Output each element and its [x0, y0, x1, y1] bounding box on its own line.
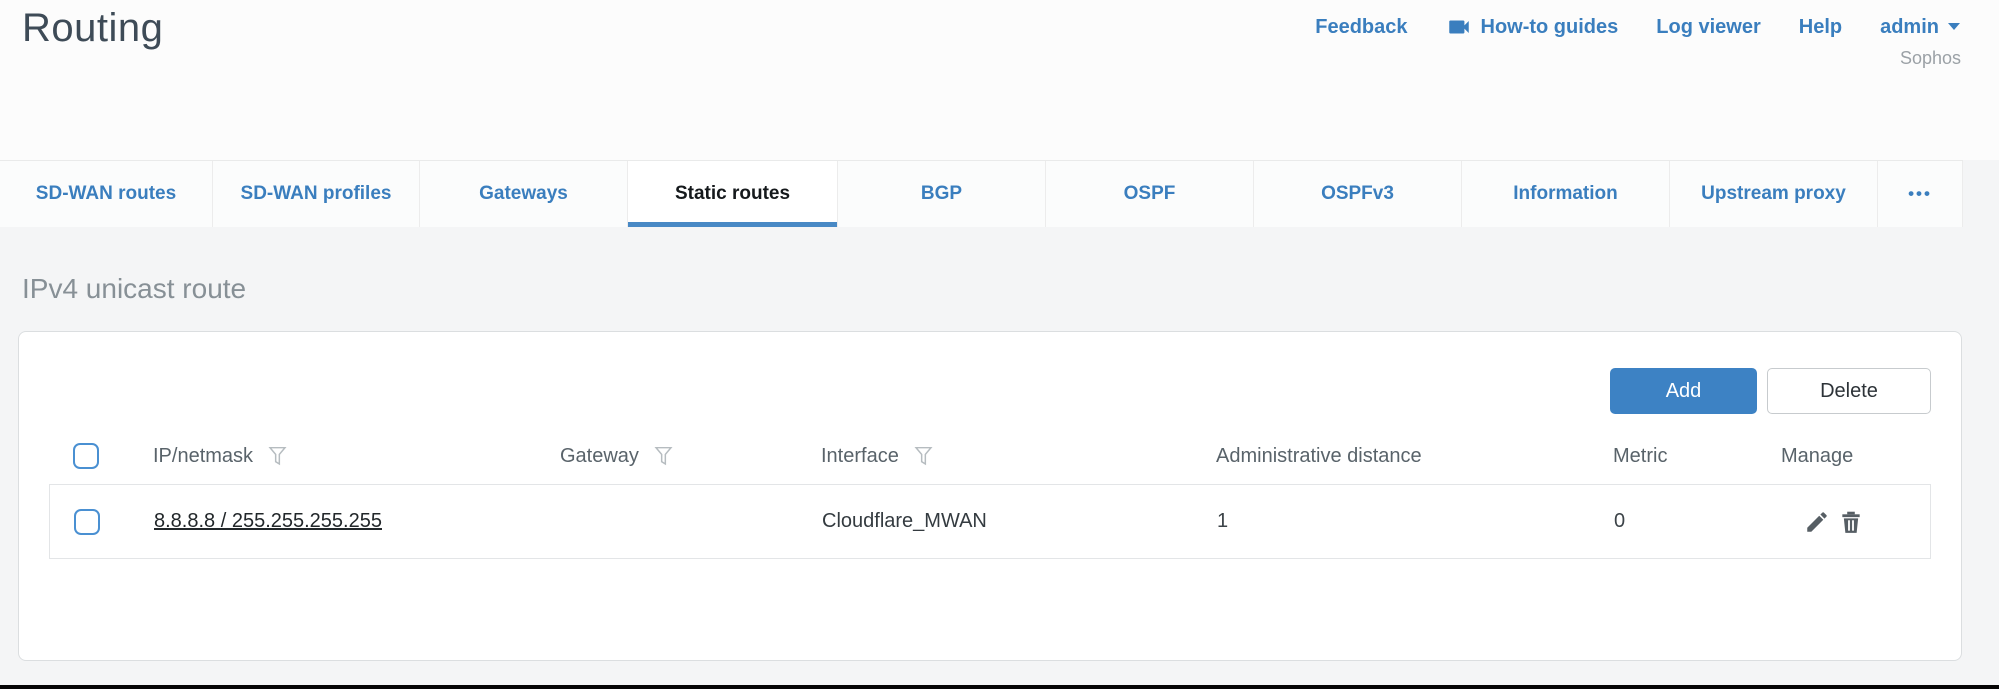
user-menu[interactable]: admin — [1880, 16, 1961, 39]
tab-sdwan-routes[interactable]: SD-WAN routes — [0, 161, 213, 227]
log-viewer-link[interactable]: Log viewer — [1656, 16, 1760, 39]
chevron-down-icon — [1947, 18, 1961, 36]
add-button[interactable]: Add — [1610, 368, 1757, 414]
column-manage: Manage — [1781, 445, 1853, 468]
tab-gateways[interactable]: Gateways — [420, 161, 628, 227]
content-area: IPv4 unicast route Add Delete IP/netmask — [0, 227, 1999, 661]
routing-page: Routing Feedback How-to guides Log viewe… — [0, 0, 1999, 689]
column-gateway: Gateway — [560, 445, 639, 468]
page-title: Routing — [22, 6, 163, 51]
table-row: 8.8.8.8 / 255.255.255.255 Cloudflare_MWA… — [49, 484, 1931, 559]
tab-static-routes[interactable]: Static routes — [628, 161, 838, 227]
top-navigation: Feedback How-to guides Log viewer Help a… — [1315, 14, 1961, 40]
route-interface: Cloudflare_MWAN — [822, 510, 1217, 533]
window-bottom-edge — [0, 685, 1999, 689]
route-ip-link[interactable]: 8.8.8.8 / 255.255.255.255 — [154, 510, 382, 532]
column-interface: Interface — [821, 445, 899, 468]
route-metric: 0 — [1614, 510, 1782, 533]
page-header: Routing Feedback How-to guides Log viewe… — [0, 0, 1999, 160]
tab-overflow-menu[interactable]: ••• — [1878, 161, 1963, 227]
tab-information[interactable]: Information — [1462, 161, 1670, 227]
column-ip-netmask: IP/netmask — [153, 445, 253, 468]
select-all-checkbox[interactable] — [73, 443, 99, 469]
user-menu-label: admin — [1880, 16, 1939, 39]
filter-icon[interactable] — [653, 444, 674, 468]
column-admin-distance: Administrative distance — [1216, 445, 1422, 468]
routes-card: Add Delete IP/netmask Gateway — [18, 331, 1962, 661]
tab-ospfv3[interactable]: OSPFv3 — [1254, 161, 1462, 227]
brand-label: Sophos — [1900, 48, 1961, 69]
routing-tabbar: SD-WAN routes SD-WAN profiles Gateways S… — [0, 160, 1963, 227]
video-camera-icon — [1446, 14, 1472, 40]
tab-upstream-proxy[interactable]: Upstream proxy — [1670, 161, 1878, 227]
toolbar: Add Delete — [49, 368, 1931, 414]
tab-bgp[interactable]: BGP — [838, 161, 1046, 227]
trash-icon[interactable] — [1838, 509, 1864, 535]
delete-button[interactable]: Delete — [1767, 368, 1931, 414]
howto-guides-label: How-to guides — [1481, 16, 1619, 39]
filter-icon[interactable] — [913, 444, 934, 468]
column-metric: Metric — [1613, 445, 1667, 468]
help-link[interactable]: Help — [1799, 16, 1842, 39]
filter-icon[interactable] — [267, 444, 288, 468]
section-heading: IPv4 unicast route — [22, 273, 1981, 305]
table-header: IP/netmask Gateway — [49, 428, 1931, 484]
edit-icon[interactable] — [1804, 509, 1830, 535]
row-checkbox[interactable] — [74, 509, 100, 535]
route-admin-distance: 1 — [1217, 510, 1614, 533]
feedback-link[interactable]: Feedback — [1315, 16, 1407, 39]
howto-guides-link[interactable]: How-to guides — [1446, 14, 1619, 40]
tab-ospf[interactable]: OSPF — [1046, 161, 1254, 227]
tab-sdwan-profiles[interactable]: SD-WAN profiles — [213, 161, 420, 227]
